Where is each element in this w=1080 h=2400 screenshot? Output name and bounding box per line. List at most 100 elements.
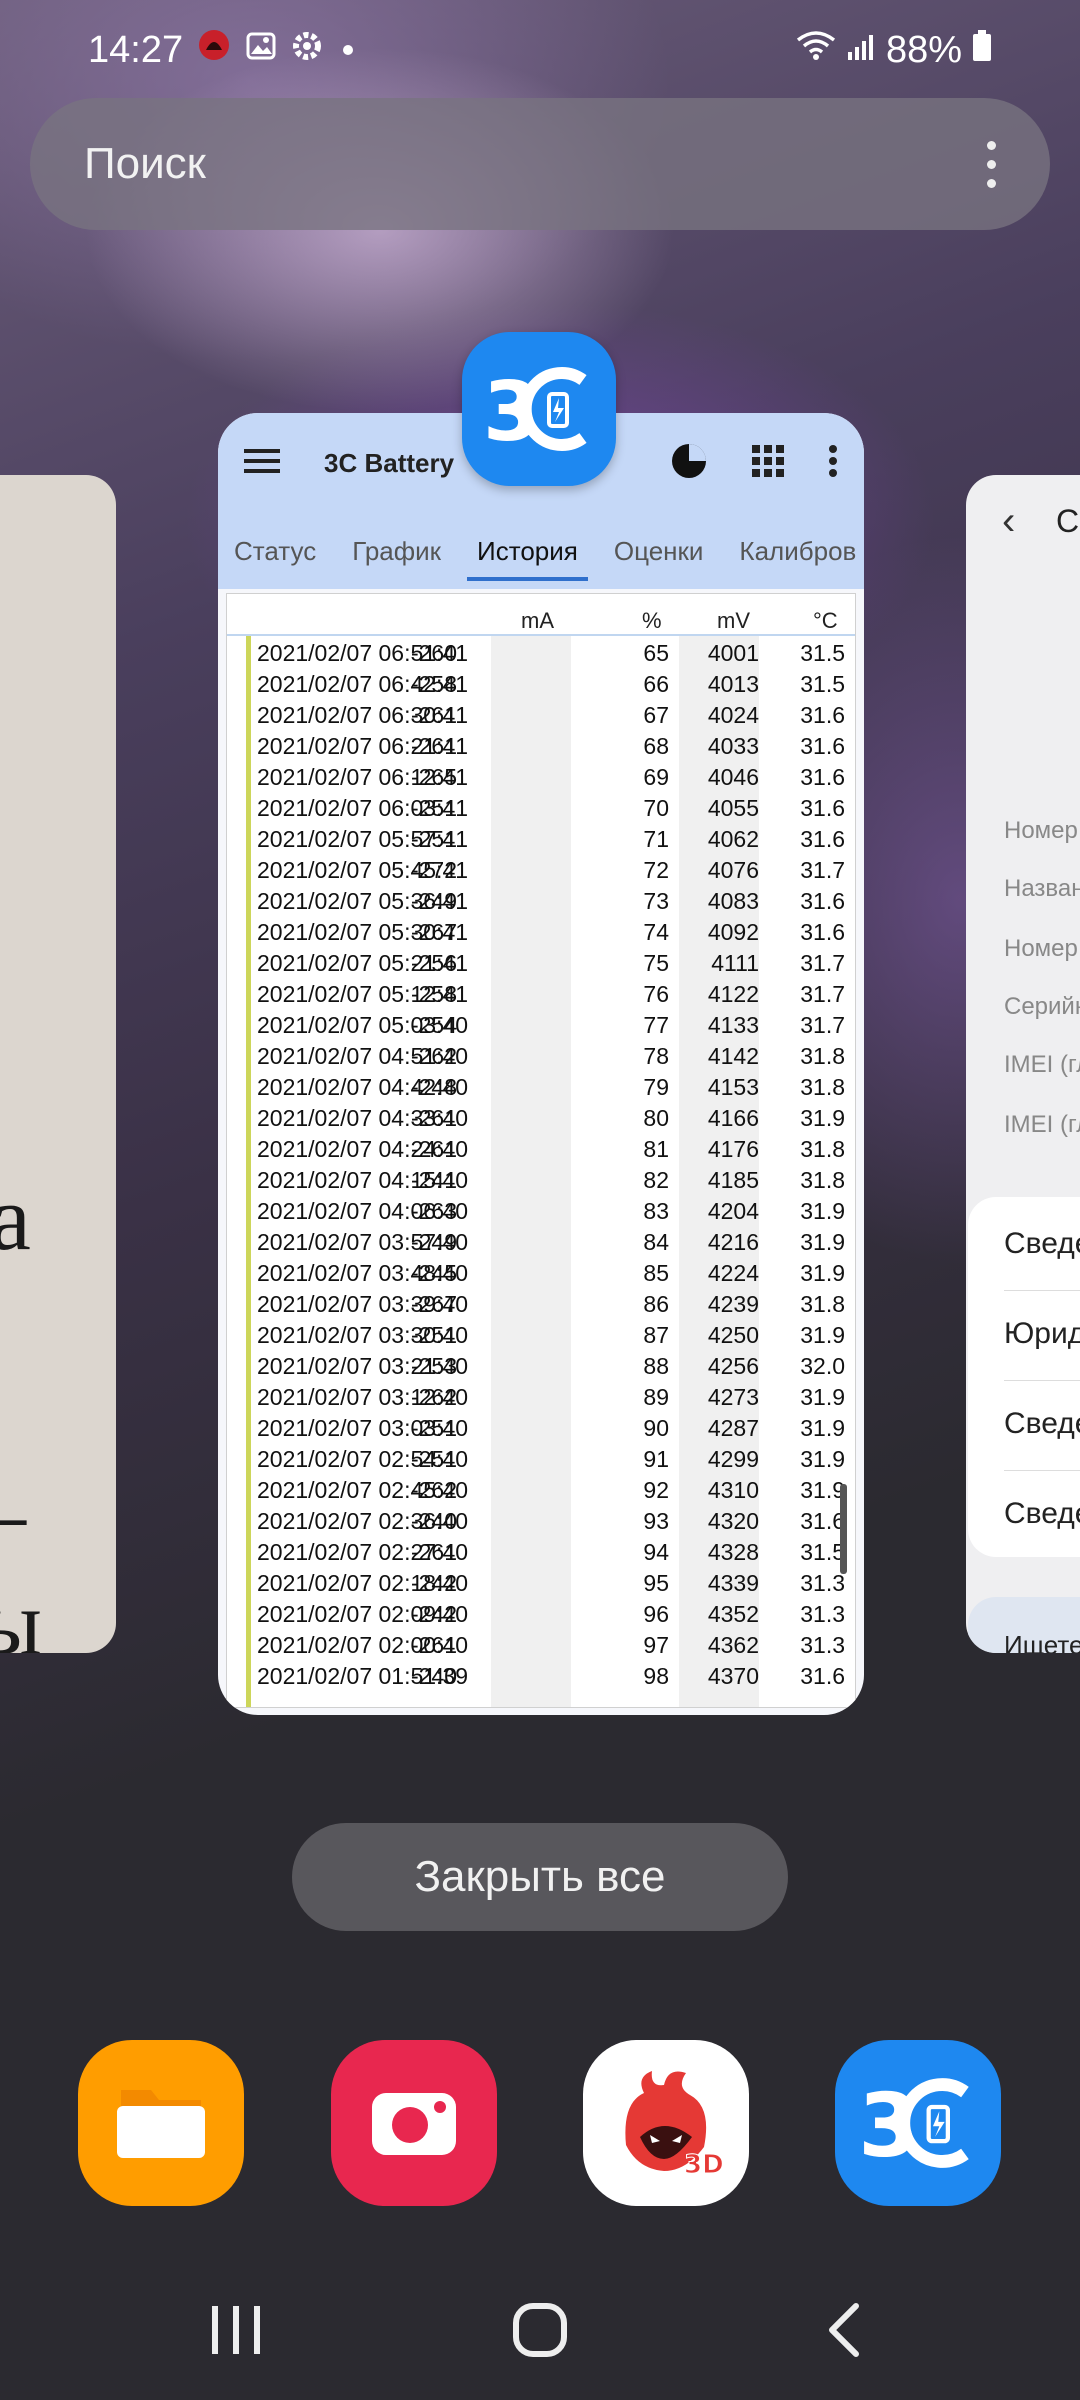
cell-percent: 81 xyxy=(643,1136,669,1162)
cell-current-ma: -240 xyxy=(410,1663,457,1689)
cell-current-ma: -258 xyxy=(410,981,457,1007)
search-bar[interactable]: Поиск xyxy=(30,98,1050,230)
wifi-icon xyxy=(796,29,836,72)
cell-temperature: 31.6 xyxy=(800,826,845,852)
table-row[interactable]: 2021/02/07 05:57:41 -251 71 4062 31.6 xyxy=(227,822,855,853)
table-row[interactable]: 2021/02/07 06:30:41 -261 67 4024 31.6 xyxy=(227,698,855,729)
right-card-label: Назван xyxy=(1004,875,1080,902)
tab-history[interactable]: История xyxy=(467,522,588,581)
tab-calibration[interactable]: Калибров xyxy=(739,522,856,581)
table-row[interactable]: 2021/02/07 06:12:41 -265 69 4046 31.6 xyxy=(227,760,855,791)
table-row[interactable]: 2021/02/07 03:12:40 -262 89 4273 31.9 xyxy=(227,1380,855,1411)
cell-voltage-mv: 4033 xyxy=(707,733,759,759)
cell-voltage-mv: 4339 xyxy=(707,1570,759,1596)
cell-percent: 75 xyxy=(643,950,669,976)
cell-temperature: 31.3 xyxy=(800,1570,845,1596)
table-row[interactable]: 2021/02/07 01:51:39 -240 98 4370 31.6 xyxy=(227,1659,855,1690)
table-row[interactable]: 2021/02/07 05:36:41 -249 73 4083 31.6 xyxy=(227,884,855,915)
cell-percent: 96 xyxy=(643,1601,669,1627)
recents-icon[interactable] xyxy=(156,2260,316,2400)
table-row[interactable]: 2021/02/07 05:30:41 -267 74 4092 31.6 xyxy=(227,915,855,946)
right-card-label: IMEI (гл xyxy=(1004,1111,1080,1138)
cell-current-ma: -262 xyxy=(410,1477,457,1503)
cell-temperature: 31.9 xyxy=(800,1322,845,1348)
table-row[interactable]: 2021/02/07 05:45:41 -272 72 4076 31.7 xyxy=(227,853,855,884)
more-options-icon[interactable] xyxy=(987,140,996,188)
recent-app-card-right[interactable]: ‹ Св Номер Назван Номер Серийн IMEI (гл … xyxy=(966,475,1080,1653)
cell-temperature: 31.7 xyxy=(800,857,845,883)
table-row[interactable]: 2021/02/07 05:21:41 -256 75 4111 31.7 xyxy=(227,946,855,977)
table-row[interactable]: 2021/02/07 06:51:41 -260 65 4001 31.5 xyxy=(227,636,855,667)
folder-icon[interactable] xyxy=(78,2040,244,2206)
cell-temperature: 31.9 xyxy=(800,1384,845,1410)
cell-percent: 67 xyxy=(643,702,669,728)
table-row[interactable]: 2021/02/07 03:48:40 -245 85 4224 31.9 xyxy=(227,1256,855,1287)
cell-current-ma: -240 xyxy=(410,1508,457,1534)
battery-icon xyxy=(972,29,992,72)
table-row[interactable]: 2021/02/07 04:42:40 -248 79 4153 31.8 xyxy=(227,1070,855,1101)
table-row[interactable]: 2021/02/07 03:03:40 -251 90 4287 31.9 xyxy=(227,1411,855,1442)
table-row[interactable]: 2021/02/07 04:15:40 -241 82 4185 31.8 xyxy=(227,1163,855,1194)
table-header: mA % mV °C xyxy=(227,594,855,636)
cell-temperature: 31.8 xyxy=(800,1043,845,1069)
cell-voltage-mv: 4046 xyxy=(707,764,759,790)
table-row[interactable]: 2021/02/07 02:54:40 -251 91 4299 31.9 xyxy=(227,1442,855,1473)
cell-percent: 89 xyxy=(643,1384,669,1410)
cell-percent: 83 xyxy=(643,1198,669,1224)
tab-graph[interactable]: График xyxy=(352,522,441,581)
table-row[interactable]: 2021/02/07 03:30:40 -251 87 4250 31.9 xyxy=(227,1318,855,1349)
recent-app-card-3c-battery[interactable]: 3C Battery Статус График История Оценки … xyxy=(218,413,864,1715)
cell-voltage-mv: 4133 xyxy=(707,1012,759,1038)
3c-battery-app-icon[interactable]: 3 xyxy=(462,332,616,486)
right-card-item: Сведе xyxy=(1004,1407,1080,1440)
cell-temperature: 31.6 xyxy=(800,764,845,790)
cell-percent: 66 xyxy=(643,671,669,697)
table-row[interactable]: 2021/02/07 04:24:40 -261 81 4176 31.8 xyxy=(227,1132,855,1163)
table-row[interactable]: 2021/02/07 04:51:40 -262 78 4142 31.8 xyxy=(227,1039,855,1070)
table-row[interactable]: 2021/02/07 06:42:41 -258 66 4013 31.5 xyxy=(227,667,855,698)
cell-temperature: 31.6 xyxy=(800,1508,845,1534)
cell-temperature: 31.9 xyxy=(800,1198,845,1224)
cell-voltage-mv: 4273 xyxy=(707,1384,759,1410)
chart-pie-icon[interactable] xyxy=(670,442,708,485)
cell-current-ma: -254 xyxy=(410,1012,457,1038)
tab-ratings[interactable]: Оценки xyxy=(614,522,704,581)
cell-temperature: 31.8 xyxy=(800,1074,845,1100)
recent-app-card-left[interactable]: а – ы ю о xyxy=(0,475,116,1653)
tab-status[interactable]: Статус xyxy=(234,522,316,581)
cell-voltage-mv: 4142 xyxy=(707,1043,759,1069)
menu-icon[interactable] xyxy=(244,447,280,480)
back-icon[interactable] xyxy=(764,2260,924,2400)
table-row[interactable]: 2021/02/07 04:06:40 -263 83 4204 31.9 xyxy=(227,1194,855,1225)
table-row[interactable]: 2021/02/07 02:00:40 -261 97 4362 31.3 xyxy=(227,1628,855,1659)
grid-apps-icon[interactable] xyxy=(752,444,784,482)
antutu-3d-icon[interactable]: 3D xyxy=(583,2040,749,2206)
cell-percent: 65 xyxy=(643,640,669,666)
table-row[interactable]: 2021/02/07 06:21:41 -261 68 4033 31.6 xyxy=(227,729,855,760)
table-row[interactable]: 2021/02/07 02:27:40 -261 94 4328 31.5 xyxy=(227,1535,855,1566)
table-row[interactable]: 2021/02/07 03:57:40 -249 84 4216 31.9 xyxy=(227,1225,855,1256)
scrollbar-thumb[interactable] xyxy=(840,1484,847,1574)
cell-percent: 93 xyxy=(643,1508,669,1534)
cell-current-ma: -262 xyxy=(410,1384,457,1410)
3c-battery-icon[interactable]: 3 xyxy=(835,2040,1001,2206)
table-row[interactable]: 2021/02/07 04:33:40 -261 80 4166 31.9 xyxy=(227,1101,855,1132)
table-row[interactable]: 2021/02/07 05:12:41 -258 76 4122 31.7 xyxy=(227,977,855,1008)
column-header-ma: mA xyxy=(521,608,554,633)
table-row[interactable]: 2021/02/07 02:36:40 -240 93 4320 31.6 xyxy=(227,1504,855,1535)
cell-current-ma: -261 xyxy=(410,1632,457,1658)
table-row[interactable]: 2021/02/07 02:18:40 -242 95 4339 31.3 xyxy=(227,1566,855,1597)
overflow-menu-icon[interactable] xyxy=(828,444,838,482)
cell-voltage-mv: 4153 xyxy=(707,1074,759,1100)
table-row[interactable]: 2021/02/07 02:09:40 -242 96 4352 31.3 xyxy=(227,1597,855,1628)
table-row[interactable]: 2021/02/07 02:45:40 -262 92 4310 31.9 xyxy=(227,1473,855,1504)
camera-recorder-icon[interactable] xyxy=(331,2040,497,2206)
home-icon[interactable] xyxy=(460,2260,620,2400)
table-row[interactable]: 2021/02/07 05:03:40 -254 77 4133 31.7 xyxy=(227,1008,855,1039)
history-table[interactable]: mA % mV °C 2021/02/07 06:51:41 -260 65 4001… xyxy=(226,593,856,1708)
cell-temperature: 31.3 xyxy=(800,1632,845,1658)
table-row[interactable]: 2021/02/07 06:03:41 -251 70 4055 31.6 xyxy=(227,791,855,822)
table-row[interactable]: 2021/02/07 03:21:40 -253 88 4256 32.0 xyxy=(227,1349,855,1380)
table-row[interactable]: 2021/02/07 03:39:40 -267 86 4239 31.8 xyxy=(227,1287,855,1318)
close-all-button[interactable]: Закрыть все xyxy=(292,1823,788,1931)
